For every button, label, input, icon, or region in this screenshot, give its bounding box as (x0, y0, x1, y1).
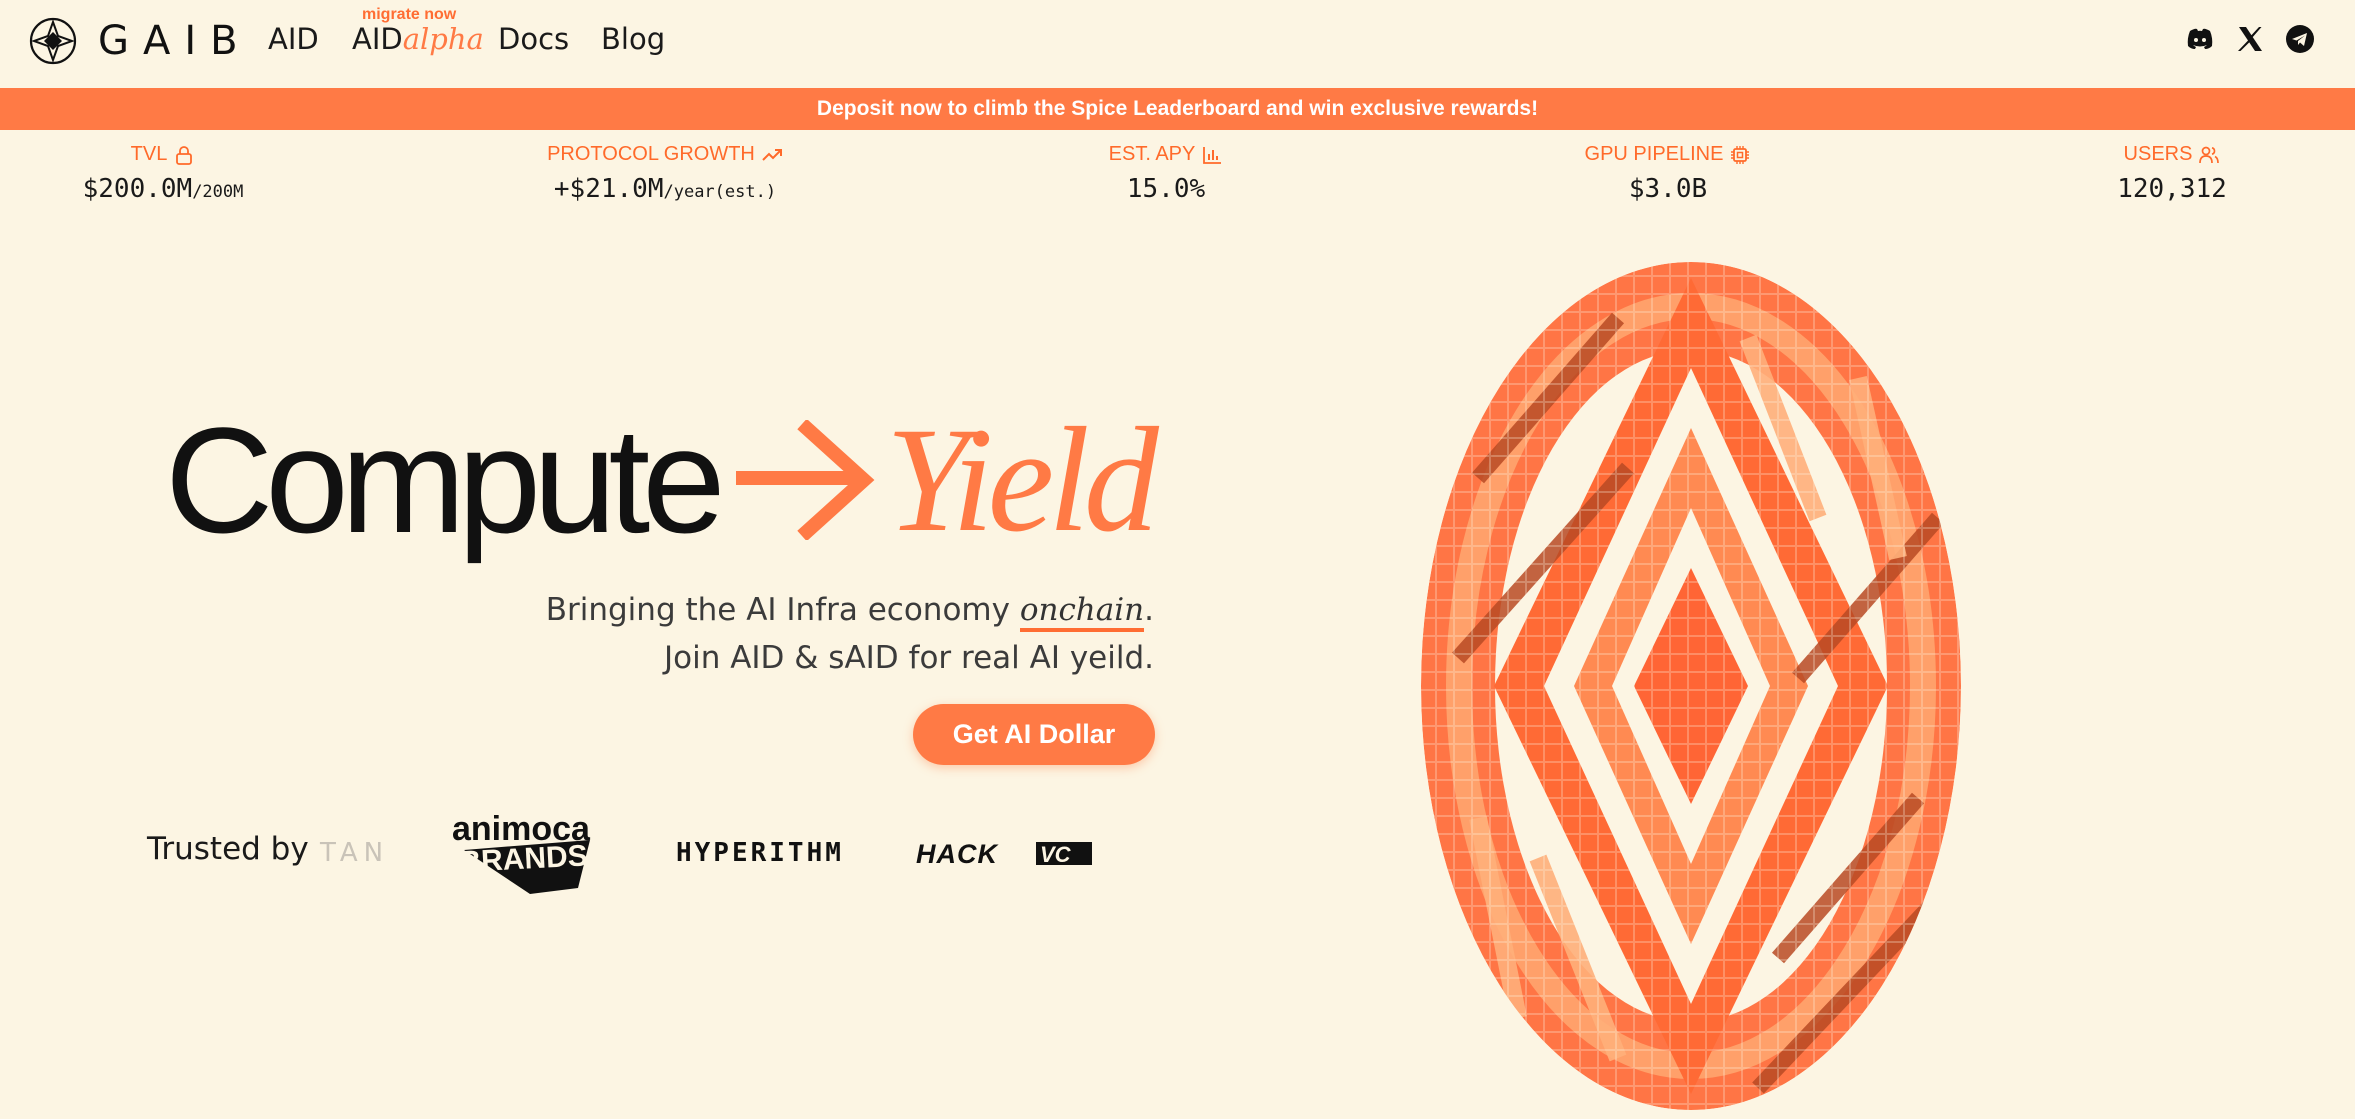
stat-gpu-value: $3.0B (1628, 174, 1708, 204)
nav-aidalpha-prefix: AID (352, 22, 403, 56)
nav-link-docs[interactable]: Docs (498, 22, 569, 56)
brand-name: GAIB (98, 18, 252, 64)
stat-gpu: GPU PIPELINE $3.0B (1570, 143, 1766, 204)
nav-link-aidalpha[interactable]: AIDalpha (352, 22, 484, 56)
stat-users-label: USERS (2080, 143, 2264, 166)
partner-logo-tan: TAN (320, 838, 390, 868)
pixel-coin-illustration (1421, 262, 1961, 1110)
stat-tvl-amount: $200.0M (82, 174, 193, 204)
stat-users-value: 120,312 (2117, 174, 2227, 204)
stat-users-label-text: USERS (2123, 143, 2193, 165)
hero-subtitle-line1: Bringing the AI Infra economy onchain. (545, 592, 1154, 632)
gaib-logo-icon (29, 17, 77, 65)
hero-sub-onchain: onchain (1019, 592, 1145, 632)
hero-heading: Compute Yield (165, 396, 1159, 564)
nav-link-blog[interactable]: Blog (601, 22, 665, 56)
stat-users: USERS 120,312 (2080, 143, 2264, 204)
telegram-icon[interactable] (2285, 24, 2315, 54)
promo-banner-text: Deposit now to climb the Spice Leaderboa… (816, 97, 1539, 120)
discord-icon[interactable] (2185, 24, 2215, 54)
stat-tvl-unit: /200M (192, 182, 244, 202)
chip-icon (1731, 145, 1750, 164)
stat-apy-label: EST. APY (1080, 143, 1252, 166)
svg-text:VC: VC (1040, 842, 1072, 867)
x-icon[interactable] (2235, 24, 2265, 54)
stat-gpu-label: GPU PIPELINE (1570, 143, 1766, 166)
get-ai-dollar-button[interactable]: Get AI Dollar (913, 704, 1155, 765)
nav-aidalpha-suffix: alpha (402, 22, 484, 56)
hero-sub-period: . (1144, 592, 1154, 628)
stat-tvl-value: $200.0M/200M (68, 174, 258, 204)
stat-tvl-label-text: TVL (130, 143, 168, 165)
stat-apy: EST. APY 15.0% (1080, 143, 1252, 204)
stat-growth: PROTOCOL GROWTH +$21.0M/year(est.) (540, 143, 790, 204)
stat-tvl: TVL $200.0M/200M (68, 143, 258, 204)
partner-logo-hyperithm: HYPERITHM (676, 838, 844, 868)
lock-icon (176, 145, 193, 165)
stat-apy-label-text: EST. APY (1108, 143, 1196, 165)
partner-logo-animoca: animoca BRANDS (452, 810, 591, 894)
hero-word-yield: Yield (885, 397, 1159, 563)
social-links (2185, 24, 2315, 54)
trending-up-icon (762, 148, 782, 161)
stat-tvl-label: TVL (68, 143, 258, 166)
stat-gpu-label-text: GPU PIPELINE (1584, 143, 1724, 165)
hero-word-compute: Compute (165, 395, 726, 564)
hero-subtitle-line2: Join AID & sAID for real AI yeild. (663, 640, 1154, 676)
hero-sub-text: Bringing the AI Infra economy (545, 592, 1020, 628)
brand-logo[interactable]: GAIB (28, 16, 252, 66)
promo-banner[interactable]: Deposit now to climb the Spice Leaderboa… (0, 88, 2355, 130)
stat-growth-label: PROTOCOL GROWTH (540, 143, 790, 166)
stat-growth-label-text: PROTOCOL GROWTH (547, 143, 755, 165)
svg-text:HACK: HACK (916, 839, 999, 868)
trusted-by-label: Trusted by (147, 831, 309, 867)
stat-growth-unit: /year(est.) (663, 182, 777, 202)
stat-growth-value: +$21.0M/year(est.) (540, 174, 790, 204)
arrow-right-icon (735, 420, 875, 540)
bar-chart-icon (1203, 146, 1222, 164)
partner-logo-hackvc: HACK VC (916, 839, 1092, 868)
stat-apy-value: 15.0% (1126, 174, 1206, 204)
users-icon (2199, 146, 2220, 163)
stat-growth-amount: +$21.0M (553, 174, 664, 204)
nav-link-aid[interactable]: AID (268, 22, 319, 56)
top-nav: GAIB AID migrate now AIDalpha Docs Blog (0, 0, 2355, 88)
svg-text:BRANDS: BRANDS (459, 839, 589, 879)
